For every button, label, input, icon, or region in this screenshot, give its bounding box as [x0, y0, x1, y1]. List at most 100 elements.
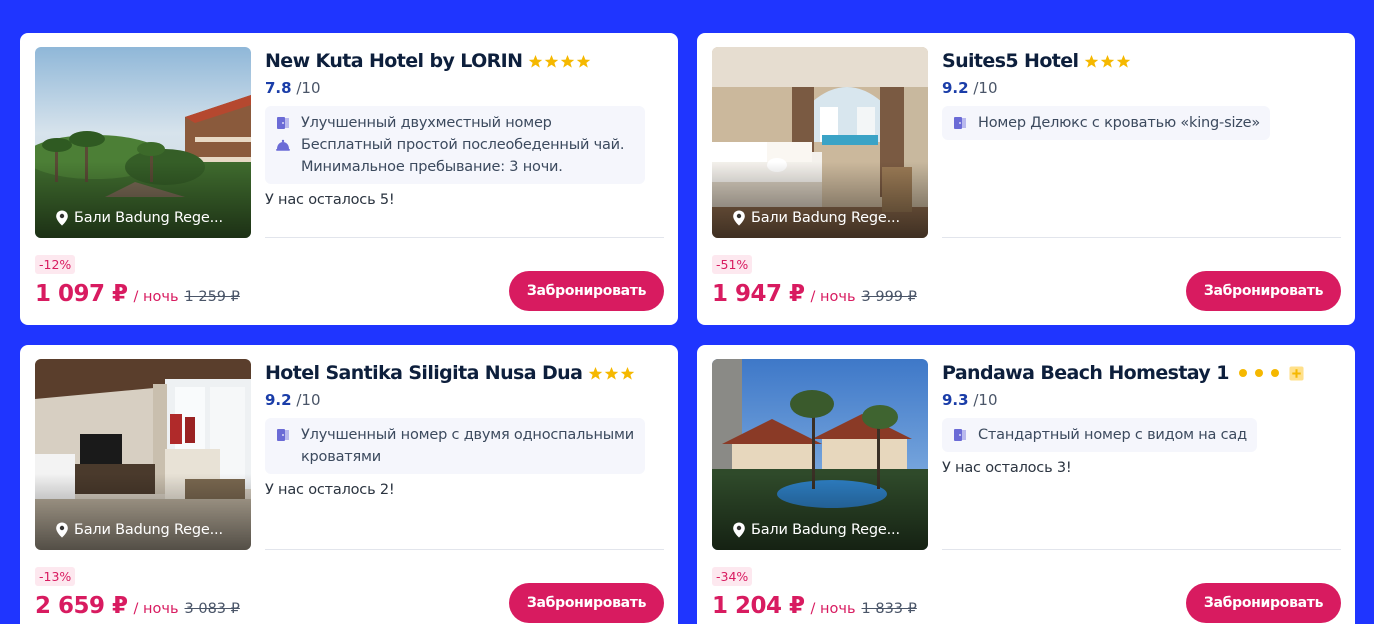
location-text: Бали Badung Rege... — [74, 210, 223, 226]
hotel-photo[interactable]: Бали Badung Rege... — [712, 47, 928, 238]
rating-dot-icon — [1254, 369, 1263, 377]
feature-item: Номер Делюкс с кроватью «king-size» — [952, 112, 1260, 134]
location-label: Бали Badung Rege... — [732, 522, 900, 538]
star-icon — [605, 366, 619, 380]
price-per-night: / ночь — [810, 289, 856, 305]
price-old: 3 999 ₽ — [861, 289, 917, 305]
score-max: /10 — [296, 391, 321, 409]
score-value: 9.3 — [942, 391, 969, 409]
star-icon — [1085, 54, 1099, 68]
score-value: 9.2 — [942, 79, 969, 97]
review-score: 9.2 /10 — [265, 389, 665, 411]
door-icon — [277, 429, 289, 441]
discount-badge: -12% — [35, 255, 76, 274]
rating-dot-icon — [1238, 369, 1247, 377]
star-icon — [577, 54, 591, 68]
room-features: Улучшенный номер с двумя односпальными к… — [265, 418, 645, 474]
feature-item: Стандартный номер с видом на сад — [952, 424, 1247, 446]
location-label: Бали Badung Rege... — [55, 522, 223, 538]
price-per-night: / ночь — [133, 289, 179, 305]
feature-text: Бесплатный простой послеобеденный чай. М… — [301, 137, 625, 175]
circle-rating — [1238, 369, 1279, 377]
star-icon — [621, 366, 635, 380]
star-icon — [1117, 54, 1131, 68]
location-pin-icon — [733, 522, 745, 538]
star-icon — [589, 366, 603, 380]
price-per-night: / ночь — [133, 601, 179, 617]
hotel-photo[interactable]: Бали Badung Rege... — [712, 359, 928, 550]
availability-note: У нас осталось 2! — [265, 482, 395, 498]
price-block: 1 097 ₽ / ночь 1 259 ₽ — [35, 281, 240, 307]
price-old: 1 833 ₽ — [861, 601, 917, 617]
price-block: 1 947 ₽ / ночь 3 999 ₽ — [712, 281, 917, 307]
feature-text: Улучшенный двухместный номер — [301, 115, 552, 131]
feature-text: Улучшенный номер с двумя односпальными к… — [301, 427, 635, 465]
book-button[interactable]: Забронировать — [509, 271, 664, 311]
hotel-card[interactable]: Бали Badung Rege... Suites5 Hotel 9.2 /1… — [697, 33, 1355, 325]
score-value: 9.2 — [265, 391, 292, 409]
location-label: Бали Badung Rege... — [732, 210, 900, 226]
book-button[interactable]: Забронировать — [1186, 271, 1341, 311]
price-block: 2 659 ₽ / ночь 3 083 ₽ — [35, 593, 240, 619]
discount-badge: -13% — [35, 567, 76, 586]
door-icon — [954, 429, 966, 441]
location-pin-icon — [56, 210, 68, 226]
feature-item: Улучшенный двухместный номер — [275, 112, 635, 134]
price-current: 1 097 ₽ — [35, 281, 128, 307]
book-button[interactable]: Забронировать — [509, 583, 664, 623]
price-old: 1 259 ₽ — [184, 289, 240, 305]
hotel-card[interactable]: Бали Badung Rege... New Kuta Hotel by LO… — [20, 33, 678, 325]
book-button[interactable]: Забронировать — [1186, 583, 1341, 623]
score-value: 7.8 — [265, 79, 292, 97]
door-icon — [277, 117, 289, 129]
review-score: 9.3 /10 — [942, 389, 1342, 411]
hotel-name[interactable]: Pandawa Beach Homestay 1 — [942, 362, 1229, 384]
feature-item: Улучшенный номер с двумя односпальными к… — [275, 424, 635, 468]
hotel-name[interactable]: Hotel Santika Siligita Nusa Dua — [265, 362, 583, 384]
star-rating — [528, 54, 591, 69]
star-icon — [561, 54, 575, 68]
discount-badge: -34% — [712, 567, 753, 586]
divider — [265, 237, 664, 238]
price-per-night: / ночь — [810, 601, 856, 617]
price-current: 1 204 ₽ — [712, 593, 805, 619]
feature-text: Стандартный номер с видом на сад — [978, 427, 1247, 443]
price-block: 1 204 ₽ / ночь 1 833 ₽ — [712, 593, 917, 619]
price-current: 1 947 ₽ — [712, 281, 805, 307]
star-icon — [545, 54, 559, 68]
hotel-card[interactable]: Бали Badung Rege... Pandawa Beach Homest… — [697, 345, 1355, 624]
availability-note: У нас осталось 5! — [265, 192, 395, 208]
feature-item: Бесплатный простой послеобеденный чай. М… — [275, 134, 635, 178]
location-text: Бали Badung Rege... — [74, 522, 223, 538]
star-rating — [588, 366, 635, 381]
hotel-photo[interactable]: Бали Badung Rege... — [35, 359, 251, 550]
location-label: Бали Badung Rege... — [55, 210, 223, 226]
divider — [942, 549, 1341, 550]
price-old: 3 083 ₽ — [184, 601, 240, 617]
hotel-name[interactable]: New Kuta Hotel by LORIN — [265, 50, 523, 72]
feature-text: Номер Делюкс с кроватью «king-size» — [978, 115, 1261, 131]
cloche-icon — [276, 139, 290, 151]
score-max: /10 — [973, 391, 998, 409]
star-rating — [1084, 54, 1131, 69]
door-icon — [954, 117, 966, 129]
plus-badge-icon — [1289, 365, 1304, 381]
review-score: 9.2 /10 — [942, 77, 1342, 99]
location-text: Бали Badung Rege... — [751, 210, 900, 226]
review-score: 7.8 /10 — [265, 77, 665, 99]
score-max: /10 — [973, 79, 998, 97]
hotel-name[interactable]: Suites5 Hotel — [942, 50, 1079, 72]
hotel-card[interactable]: Бали Badung Rege... Hotel Santika Siligi… — [20, 345, 678, 624]
star-icon — [1101, 54, 1115, 68]
rating-dot-icon — [1270, 369, 1279, 377]
discount-badge: -51% — [712, 255, 753, 274]
location-text: Бали Badung Rege... — [751, 522, 900, 538]
location-pin-icon — [733, 210, 745, 226]
room-features: Улучшенный двухместный номер Бесплатный … — [265, 106, 645, 184]
divider — [265, 549, 664, 550]
hotel-photo[interactable]: Бали Badung Rege... — [35, 47, 251, 238]
room-features: Номер Делюкс с кроватью «king-size» — [942, 106, 1271, 140]
room-features: Стандартный номер с видом на сад — [942, 418, 1257, 452]
score-max: /10 — [296, 79, 321, 97]
star-icon — [529, 54, 543, 68]
